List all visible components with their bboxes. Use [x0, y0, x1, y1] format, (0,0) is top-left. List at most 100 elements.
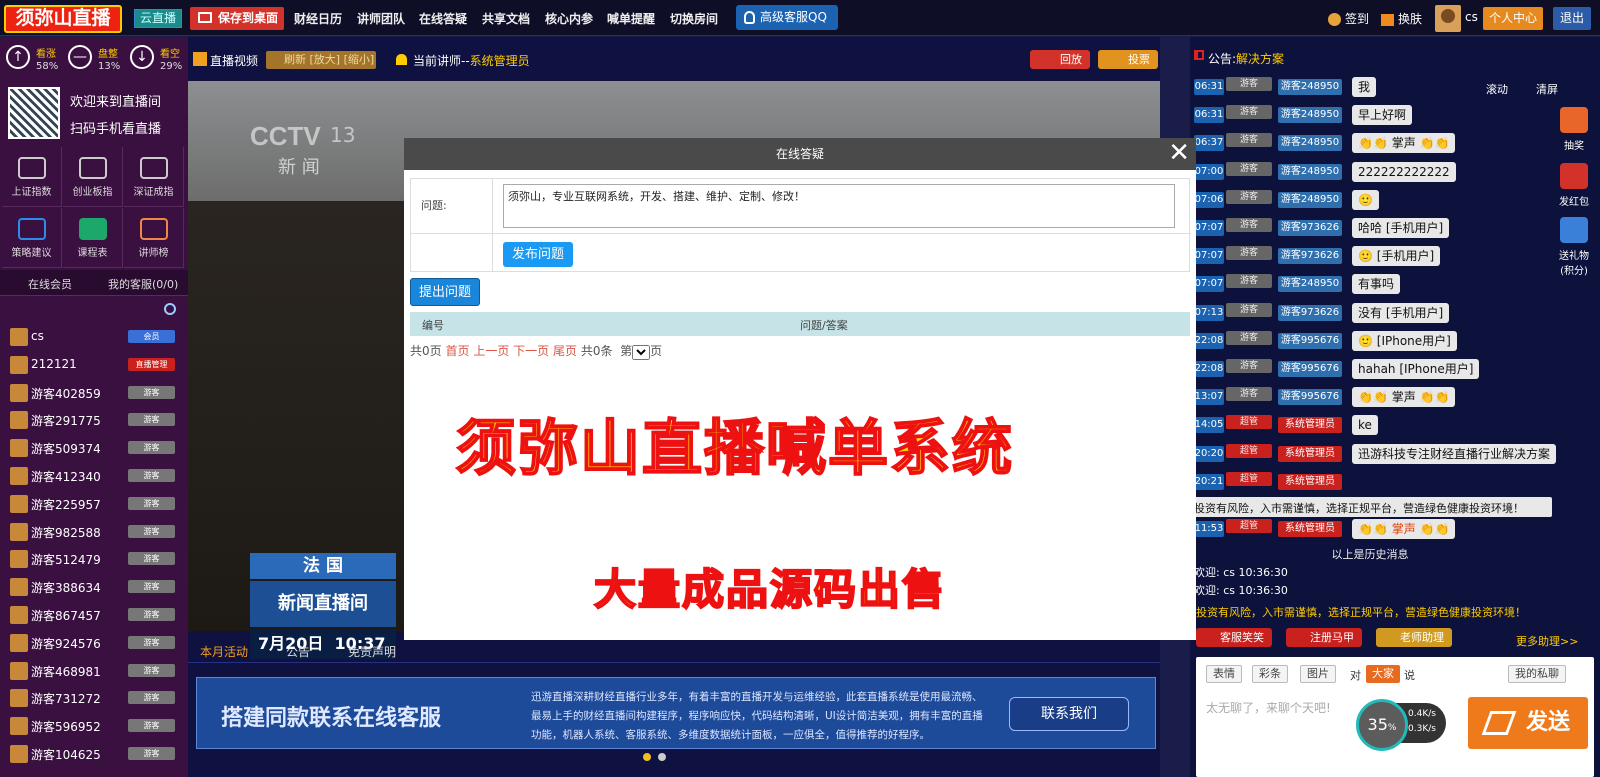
nav-alerts[interactable]: 喊单提醒	[607, 10, 655, 27]
gift-icon	[1560, 217, 1588, 243]
channel-number: 13	[330, 123, 356, 147]
emoji-button[interactable]: 表情	[1206, 665, 1242, 683]
tile-strategy[interactable]: 策略建议	[2, 208, 62, 268]
avatar	[10, 328, 28, 346]
member-item[interactable]: 游客402859 游客	[0, 379, 188, 406]
avatar	[10, 550, 28, 569]
nav-insider[interactable]: 核心内参	[545, 10, 593, 27]
shirt-icon	[1381, 13, 1394, 26]
pagination: 共0页 首页 上一页 下一页 尾页 共0条 第页	[410, 344, 663, 360]
save-to-desktop-button[interactable]: 保存到桌面	[190, 7, 284, 30]
member-item[interactable]: 游客509374 游客	[0, 434, 188, 461]
more-assistants-link[interactable]: 更多助理>>	[1516, 633, 1578, 649]
prev-page-link[interactable]: 上一页	[473, 344, 509, 358]
nav-switch-room[interactable]: 切换房间	[670, 10, 718, 27]
service-xiaoxiao-button[interactable]: 客服笑笑	[1196, 628, 1272, 647]
tab-my-service[interactable]: 我的客服(0/0)	[108, 276, 178, 292]
tile-shenzhen-index[interactable]: 深证成指	[124, 147, 184, 207]
nav-qa[interactable]: 在线答疑	[419, 10, 467, 27]
tab-online-members[interactable]: 在线会员	[28, 276, 72, 292]
nav-teachers[interactable]: 讲师团队	[357, 10, 405, 27]
ask-question-button[interactable]: 提出问题	[410, 278, 480, 306]
welcome-text: 欢迎来到直播间 扫码手机看直播	[70, 95, 162, 137]
lower-third-country: 法 国	[250, 553, 396, 579]
member-item[interactable]: 游客512479 游客	[0, 545, 188, 572]
carousel-dot[interactable]	[643, 753, 651, 761]
avatar	[10, 661, 28, 680]
next-page-link[interactable]: 下一页	[513, 344, 549, 358]
member-item[interactable]: 游客596952 游客	[0, 712, 188, 739]
refresh-button[interactable]: 刷新 [放大] [缩小]	[266, 51, 376, 69]
cloud-live-badge[interactable]: 云直播	[134, 9, 182, 28]
contact-us-button[interactable]: 联系我们	[1009, 697, 1129, 731]
user-avatar[interactable]	[1435, 5, 1461, 32]
skin-button[interactable]: 换肤	[1381, 10, 1422, 27]
member-badge: 会员	[128, 330, 175, 343]
nav-docs[interactable]: 共享文档	[482, 10, 530, 27]
chat-input[interactable]: 太无聊了，来聊个天吧!	[1206, 699, 1331, 716]
private-chat-button[interactable]: 我的私聊	[1508, 665, 1566, 683]
member-item[interactable]: 游客982588 游客	[0, 518, 188, 545]
page-select[interactable]	[632, 344, 651, 360]
qq-support-button[interactable]: 高级客服QQ	[736, 5, 838, 30]
question-form: 问题: 须弥山，专业互联网系统，开发、搭建、维护、定制、修改！ 发布问题	[410, 178, 1191, 272]
question-label: 问题:	[411, 179, 493, 234]
member-item[interactable]: 游客412340 游客	[0, 462, 188, 489]
personal-center-button[interactable]: 个人中心	[1483, 7, 1543, 30]
red-packet-button[interactable]: 发红包	[1554, 163, 1594, 208]
member-item[interactable]: 游客225957 游客	[0, 490, 188, 517]
lottery-button[interactable]: 抽奖	[1554, 107, 1594, 152]
first-page-link[interactable]: 首页	[445, 344, 469, 358]
image-button[interactable]: 图片	[1300, 665, 1336, 683]
tab-announcement[interactable]: 公告	[286, 643, 310, 660]
vote-button[interactable]: 投票	[1098, 50, 1158, 69]
sentiment-bull[interactable]: ↑ 看涨 58%	[0, 37, 60, 77]
target-select[interactable]: 大家	[1366, 665, 1400, 683]
send-button[interactable]: 发送	[1468, 697, 1588, 749]
color-strip-button[interactable]: 彩条	[1252, 665, 1288, 683]
nav-calendar[interactable]: 财经日历	[294, 10, 342, 27]
member-item[interactable]: 游客388634 游客	[0, 573, 188, 600]
close-icon[interactable]: ✕	[1168, 136, 1190, 170]
system-welcome: 欢迎: cs 10:36:30	[1194, 584, 1288, 597]
member-badge: 直播管理	[128, 357, 175, 371]
member-item[interactable]: 游客924576 游客	[0, 629, 188, 656]
chat-message: 14:05 超管 系统管理员 ke	[1190, 411, 1562, 439]
tile-gem-index[interactable]: 创业板指	[63, 147, 123, 207]
chat-input-area: 表情 彩条 图片 对 大家 说 我的私聊 太无聊了，来聊个天吧! 0.4K/s 0…	[1196, 657, 1594, 777]
member-item[interactable]: 游客867457 游客	[0, 601, 188, 628]
sentiment-bear[interactable]: ↓ 看空 29%	[124, 37, 184, 77]
publish-question-button[interactable]: 发布问题	[503, 242, 573, 267]
member-item[interactable]: 游客291775 游客	[0, 406, 188, 433]
logout-button[interactable]: 退出	[1553, 7, 1591, 30]
sentiment-flat[interactable]: — 盘整 13%	[62, 37, 122, 77]
member-item[interactable]: 游客104625 游客	[0, 740, 188, 767]
member-item[interactable]: cs 会员	[0, 323, 188, 350]
tile-schedule[interactable]: 课程表	[63, 208, 123, 268]
member-item[interactable]: 游客468981 游客	[0, 657, 188, 684]
search-icon[interactable]	[164, 303, 176, 315]
promo-banner[interactable]: 搭建同款联系在线客服 迅游直播深耕财经直播行业多年，有着丰富的直播开发与运维经验…	[196, 677, 1156, 749]
signin-button[interactable]: 签到	[1328, 10, 1369, 27]
member-item[interactable]: 游客731272 游客	[0, 684, 188, 711]
chat-message: 06:37 游客 游客248950 👏👏 掌声 👏👏	[1190, 129, 1562, 157]
replay-button[interactable]: 回放	[1030, 50, 1090, 69]
tab-disclaimer[interactable]: 免责声明	[348, 643, 396, 660]
last-page-link[interactable]: 尾页	[553, 344, 577, 358]
chat-message: 06:31 游客 游客248950 早上好啊	[1190, 101, 1562, 129]
tile-shanghai-index[interactable]: 上证指数	[2, 147, 62, 207]
question-textarea[interactable]: 须弥山，专业互联网系统，开发、搭建、维护、定制、修改！	[503, 184, 1175, 228]
carousel-dot[interactable]	[658, 753, 666, 761]
avatar	[10, 439, 28, 458]
send-gift-button[interactable]: 送礼物(积分)	[1554, 217, 1594, 277]
tab-monthly-activity[interactable]: 本月活动	[200, 643, 248, 660]
avatar	[10, 633, 28, 652]
teacher-assistant-button[interactable]: 老师助理	[1376, 628, 1452, 647]
bottom-tabs: 本月活动 公告 免责声明	[188, 637, 1160, 663]
to-label: 对	[1350, 669, 1361, 682]
tile-teacher-rank[interactable]: 讲师榜	[124, 208, 184, 268]
register-alias-button[interactable]: 注册马甲	[1286, 628, 1362, 647]
member-badge: 游客	[128, 719, 175, 733]
qa-table-header: 编号 问题/答案	[410, 312, 1190, 336]
member-item[interactable]: 212121 直播管理	[0, 351, 188, 378]
